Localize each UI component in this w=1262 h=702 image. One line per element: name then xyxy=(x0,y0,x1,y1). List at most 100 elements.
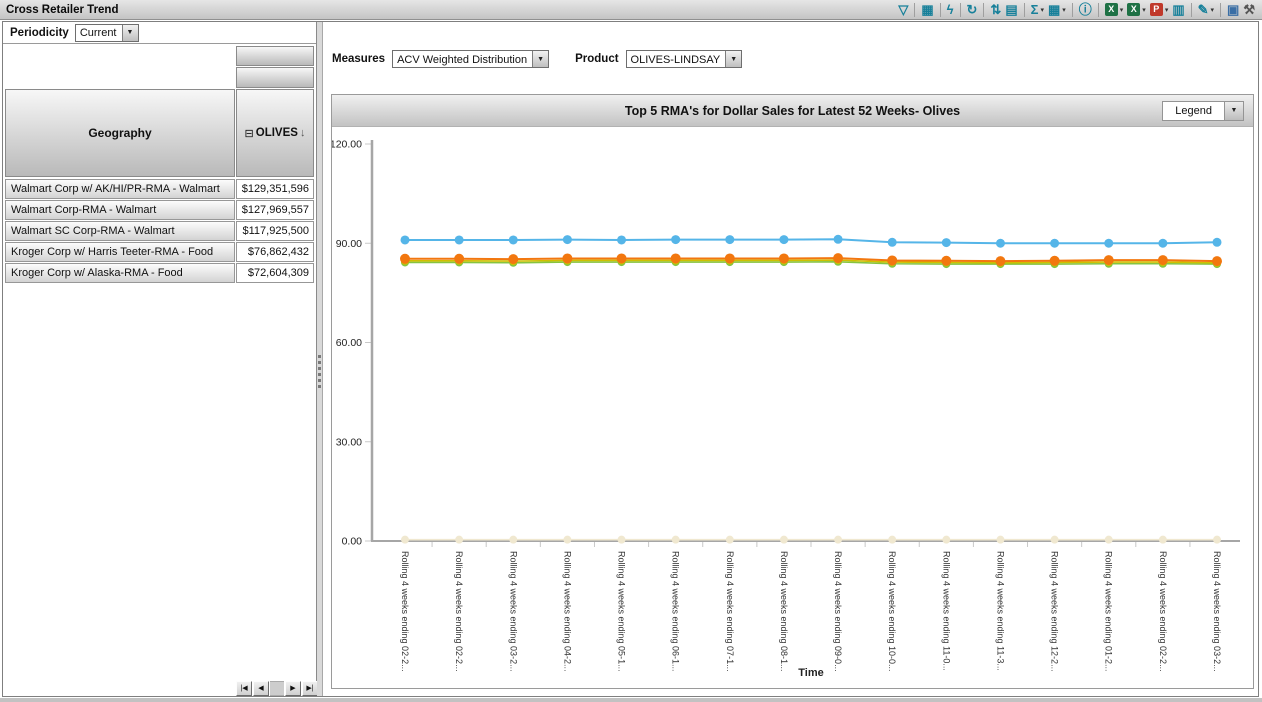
layout-options-icon[interactable]: ▦▾ xyxy=(1046,1,1068,18)
geography-cell[interactable]: Kroger Corp w/ Alaska-RMA - Food xyxy=(5,263,235,283)
dropdown-arrow-icon[interactable]: ▾ xyxy=(1165,6,1169,14)
aggregate-sigma-icon[interactable]: Σ▾ xyxy=(1029,1,1046,18)
geography-cell[interactable]: Walmart Corp w/ AK/HI/PR-RMA - Walmart xyxy=(5,179,235,199)
dropdown-arrow-icon[interactable]: ▾ xyxy=(1211,6,1215,14)
export-excel-icon: X xyxy=(1105,3,1118,16)
data-point[interactable] xyxy=(455,235,464,244)
chevron-down-icon[interactable]: ▼ xyxy=(532,51,548,67)
data-point[interactable] xyxy=(1104,239,1113,248)
data-point[interactable] xyxy=(1104,255,1114,265)
data-point[interactable] xyxy=(942,238,951,247)
measures-select[interactable]: ACV Weighted Distribution ▼ xyxy=(392,50,549,68)
data-point[interactable] xyxy=(509,536,517,544)
export-excel-icon[interactable]: X▾ xyxy=(1103,1,1126,18)
dropdown-arrow-icon[interactable]: ▾ xyxy=(1062,6,1066,14)
data-point[interactable] xyxy=(454,254,464,264)
pager-next-button[interactable]: ▶ xyxy=(285,681,301,696)
data-point[interactable] xyxy=(888,536,896,544)
data-point[interactable] xyxy=(400,254,410,264)
pager-last-button[interactable]: ▶| xyxy=(302,681,318,696)
data-point[interactable] xyxy=(1158,255,1168,265)
quick-calc-icon[interactable]: ϟ xyxy=(945,1,956,18)
data-point[interactable] xyxy=(1050,256,1060,266)
geography-cell[interactable]: Walmart Corp-RMA - Walmart xyxy=(5,200,235,220)
periodicity-select[interactable]: Current ▼ xyxy=(75,24,139,42)
data-point[interactable] xyxy=(942,536,950,544)
geography-cell[interactable]: Walmart SC Corp-RMA - Walmart xyxy=(5,221,235,241)
data-point[interactable] xyxy=(617,235,626,244)
data-format-icon[interactable]: ▤ xyxy=(1003,1,1019,18)
data-point[interactable] xyxy=(1051,536,1059,544)
data-point[interactable] xyxy=(1105,536,1113,544)
data-point[interactable] xyxy=(1050,239,1059,248)
left-panel: Periodicity Current ▼ Geography ⊟ OLIVES… xyxy=(3,22,317,696)
tools-icon[interactable]: ⚒ xyxy=(1241,1,1257,18)
data-point[interactable] xyxy=(672,536,680,544)
edit-icon[interactable]: ✎▾ xyxy=(1196,1,1216,18)
filter-icon: ▽ xyxy=(898,2,908,18)
data-point[interactable] xyxy=(833,253,843,263)
data-point[interactable] xyxy=(725,235,734,244)
data-point[interactable] xyxy=(1213,536,1221,544)
export-excel-formatted-icon[interactable]: X▾ xyxy=(1125,1,1148,18)
collapse-minus-icon[interactable]: ⊟ xyxy=(245,127,254,140)
pager-first-button[interactable]: |◀ xyxy=(236,681,252,696)
data-point[interactable] xyxy=(1212,256,1222,266)
pager-prev-button[interactable]: ◀ xyxy=(253,681,269,696)
data-point[interactable] xyxy=(941,256,951,266)
copy-icon[interactable]: ▣ xyxy=(1225,1,1241,18)
export-powerpoint-icon[interactable]: P▾ xyxy=(1148,1,1171,18)
toolbar-separator xyxy=(940,3,941,17)
data-point[interactable] xyxy=(996,536,1004,544)
grid-view-icon[interactable]: ▦ xyxy=(919,1,935,18)
data-point[interactable] xyxy=(780,536,788,544)
chevron-down-icon[interactable]: ▼ xyxy=(1225,101,1244,121)
data-point[interactable] xyxy=(888,238,897,247)
chevron-down-icon[interactable]: ▼ xyxy=(122,25,138,41)
data-point[interactable] xyxy=(779,253,789,263)
data-point[interactable] xyxy=(1159,536,1167,544)
legend-button-label[interactable]: Legend xyxy=(1162,101,1225,121)
data-point[interactable] xyxy=(1213,238,1222,247)
data-point[interactable] xyxy=(1158,239,1167,248)
product-value: OLIVES-LINDSAY xyxy=(627,51,726,67)
data-point[interactable] xyxy=(618,536,626,544)
data-point[interactable] xyxy=(617,253,627,263)
table-pager: |◀ ◀ ▶ ▶| xyxy=(236,681,319,696)
legend-control[interactable]: Legend ▼ xyxy=(1162,101,1244,121)
x-axis-label: Rolling 4 weeks ending 02-2... xyxy=(454,551,464,672)
info-icon[interactable]: ⓘ xyxy=(1077,1,1094,18)
product-select[interactable]: OLIVES-LINDSAY ▼ xyxy=(626,50,743,68)
data-point[interactable] xyxy=(455,536,463,544)
data-point[interactable] xyxy=(509,235,518,244)
data-point[interactable] xyxy=(995,256,1005,266)
data-point[interactable] xyxy=(726,536,734,544)
data-point[interactable] xyxy=(779,235,788,244)
geography-column-header[interactable]: Geography xyxy=(5,89,235,177)
data-point[interactable] xyxy=(508,254,518,264)
x-axis-label: Rolling 4 weeks ending 11-3... xyxy=(995,551,1005,671)
filter-icon[interactable]: ▽ xyxy=(896,1,910,18)
data-point[interactable] xyxy=(401,536,409,544)
data-point[interactable] xyxy=(671,253,681,263)
data-point[interactable] xyxy=(834,235,843,244)
refresh-icon[interactable]: ↻ xyxy=(965,1,980,18)
dropdown-arrow-icon[interactable]: ▾ xyxy=(1040,6,1044,14)
data-point[interactable] xyxy=(725,253,735,263)
sort-icon[interactable]: ⇅ xyxy=(988,1,1003,18)
geography-cell[interactable]: Kroger Corp w/ Harris Teeter-RMA - Food xyxy=(5,242,235,262)
data-point[interactable] xyxy=(563,536,571,544)
data-point[interactable] xyxy=(671,235,680,244)
merge-view-icon[interactable]: ▥ xyxy=(1170,1,1186,18)
data-point[interactable] xyxy=(834,536,842,544)
sort-descending-icon[interactable]: ↓ xyxy=(300,127,306,139)
data-point[interactable] xyxy=(887,255,897,265)
data-point[interactable] xyxy=(401,235,410,244)
chevron-down-icon[interactable]: ▼ xyxy=(725,51,741,67)
data-point[interactable] xyxy=(562,253,572,263)
data-point[interactable] xyxy=(996,239,1005,248)
dropdown-arrow-icon[interactable]: ▾ xyxy=(1120,6,1124,14)
dropdown-arrow-icon[interactable]: ▾ xyxy=(1142,6,1146,14)
olives-column-header[interactable]: ⊟ OLIVES ↓ xyxy=(236,89,314,177)
data-point[interactable] xyxy=(563,235,572,244)
